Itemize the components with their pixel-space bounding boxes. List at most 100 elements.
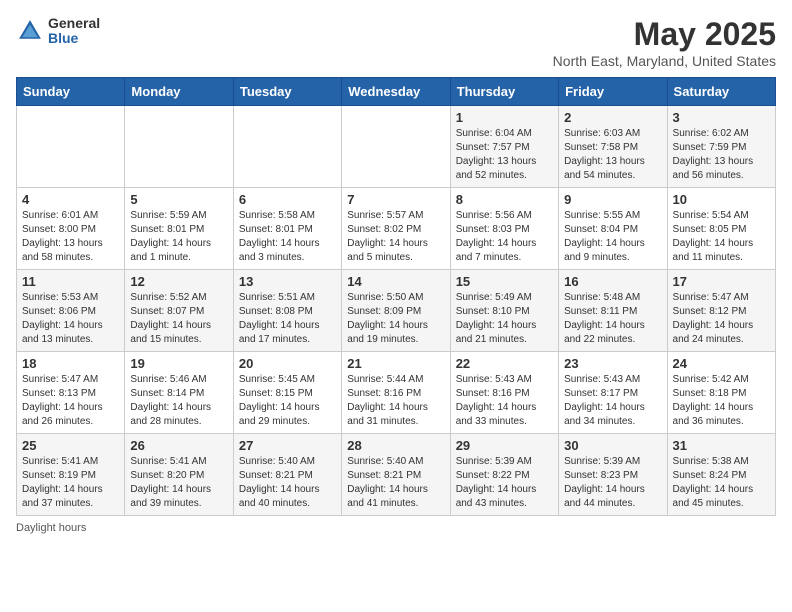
- day-number: 6: [239, 192, 336, 207]
- day-info: Sunrise: 6:03 AM Sunset: 7:58 PM Dayligh…: [564, 127, 661, 183]
- month-title: May 2025: [553, 16, 776, 53]
- calendar-cell: 23Sunrise: 5:43 AM Sunset: 8:17 PM Dayli…: [559, 352, 667, 434]
- calendar-cell: 3 Sunrise: 6:02 AM Sunset: 7:59 PM Daylig…: [667, 106, 775, 188]
- day-info: Sunrise: 5:56 AM Sunset: 8:03 PM Dayligh…: [456, 209, 553, 265]
- header-thursday: Thursday: [450, 78, 558, 106]
- day-info: Sunrise: 5:39 AM Sunset: 8:22 PM Dayligh…: [456, 455, 553, 511]
- day-number: 15: [456, 274, 553, 289]
- calendar-cell: 9 Sunrise: 5:55 AM Sunset: 8:04 PM Daylig…: [559, 188, 667, 270]
- day-info: Sunrise: 5:48 AM Sunset: 8:11 PM Dayligh…: [564, 291, 661, 347]
- calendar-cell: 4 Sunrise: 6:01 AM Sunset: 8:00 PM Daylig…: [17, 188, 125, 270]
- header-sunday: Sunday: [17, 78, 125, 106]
- calendar-cell: [17, 106, 125, 188]
- calendar-cell: 12Sunrise: 5:52 AM Sunset: 8:07 PM Dayli…: [125, 270, 233, 352]
- day-info: Sunrise: 5:40 AM Sunset: 8:21 PM Dayligh…: [239, 455, 336, 511]
- calendar-cell: 25Sunrise: 5:41 AM Sunset: 8:19 PM Dayli…: [17, 434, 125, 516]
- calendar-cell: 21 Sunrise: 5:44 AM Sunset: 8:16 PM Dayli…: [342, 352, 450, 434]
- day-info: Sunrise: 5:43 AM Sunset: 8:16 PM Dayligh…: [456, 373, 553, 429]
- day-number: 5: [130, 192, 227, 207]
- day-number: 3: [673, 110, 770, 125]
- header-tuesday: Tuesday: [233, 78, 341, 106]
- header-friday: Friday: [559, 78, 667, 106]
- day-info: Sunrise: 6:01 AM Sunset: 8:00 PM Dayligh…: [22, 209, 119, 265]
- calendar-cell: 11 Sunrise: 5:53 AM Sunset: 8:06 PM Dayli…: [17, 270, 125, 352]
- calendar-cell: 1 Sunrise: 6:04 AM Sunset: 7:57 PM Daylig…: [450, 106, 558, 188]
- calendar-cell: 27 Sunrise: 5:40 AM Sunset: 8:21 PM Dayli…: [233, 434, 341, 516]
- calendar-cell: 2Sunrise: 6:03 AM Sunset: 7:58 PM Daylig…: [559, 106, 667, 188]
- day-number: 11: [22, 274, 119, 289]
- calendar-cell: 13 Sunrise: 5:51 AM Sunset: 8:08 PM Dayli…: [233, 270, 341, 352]
- calendar-cell: 24 Sunrise: 5:42 AM Sunset: 8:18 PM Dayli…: [667, 352, 775, 434]
- day-info: Sunrise: 5:50 AM Sunset: 8:09 PM Dayligh…: [347, 291, 444, 347]
- calendar-cell: 17 Sunrise: 5:47 AM Sunset: 8:12 PM Dayli…: [667, 270, 775, 352]
- location-title: North East, Maryland, United States: [553, 53, 776, 69]
- calendar-table: SundayMondayTuesdayWednesdayThursdayFrid…: [16, 77, 776, 516]
- calendar-cell: 19 Sunrise: 5:46 AM Sunset: 8:14 PM Dayli…: [125, 352, 233, 434]
- day-number: 1: [456, 110, 553, 125]
- day-number: 17: [673, 274, 770, 289]
- day-number: 4: [22, 192, 119, 207]
- day-number: 14: [347, 274, 444, 289]
- day-number: 31: [673, 438, 770, 453]
- day-info: Sunrise: 5:47 AM Sunset: 8:12 PM Dayligh…: [673, 291, 770, 347]
- calendar-cell: 5 Sunrise: 5:59 AM Sunset: 8:01 PM Daylig…: [125, 188, 233, 270]
- day-info: Sunrise: 6:04 AM Sunset: 7:57 PM Dayligh…: [456, 127, 553, 183]
- day-number: 9: [564, 192, 661, 207]
- calendar-cell: 8Sunrise: 5:56 AM Sunset: 8:03 PM Daylig…: [450, 188, 558, 270]
- day-info: Sunrise: 5:53 AM Sunset: 8:06 PM Dayligh…: [22, 291, 119, 347]
- logo-icon: [16, 17, 44, 45]
- footer-note: Daylight hours: [16, 522, 776, 534]
- week-row-3: 11 Sunrise: 5:53 AM Sunset: 8:06 PM Dayli…: [17, 270, 776, 352]
- day-info: Sunrise: 6:02 AM Sunset: 7:59 PM Dayligh…: [673, 127, 770, 183]
- calendar-header-row: SundayMondayTuesdayWednesdayThursdayFrid…: [17, 78, 776, 106]
- day-info: Sunrise: 5:57 AM Sunset: 8:02 PM Dayligh…: [347, 209, 444, 265]
- day-number: 19: [130, 356, 227, 371]
- week-row-2: 4 Sunrise: 6:01 AM Sunset: 8:00 PM Daylig…: [17, 188, 776, 270]
- calendar-cell: 7Sunrise: 5:57 AM Sunset: 8:02 PM Daylig…: [342, 188, 450, 270]
- title-block: May 2025 North East, Maryland, United St…: [553, 16, 776, 69]
- day-info: Sunrise: 5:59 AM Sunset: 8:01 PM Dayligh…: [130, 209, 227, 265]
- day-info: Sunrise: 5:47 AM Sunset: 8:13 PM Dayligh…: [22, 373, 119, 429]
- week-row-1: 1 Sunrise: 6:04 AM Sunset: 7:57 PM Daylig…: [17, 106, 776, 188]
- day-info: Sunrise: 5:39 AM Sunset: 8:23 PM Dayligh…: [564, 455, 661, 511]
- page-header: General Blue May 2025 North East, Maryla…: [16, 16, 776, 69]
- calendar-cell: 29Sunrise: 5:39 AM Sunset: 8:22 PM Dayli…: [450, 434, 558, 516]
- calendar-cell: 14 Sunrise: 5:50 AM Sunset: 8:09 PM Dayli…: [342, 270, 450, 352]
- calendar-cell: [125, 106, 233, 188]
- day-info: Sunrise: 5:49 AM Sunset: 8:10 PM Dayligh…: [456, 291, 553, 347]
- calendar-cell: 6 Sunrise: 5:58 AM Sunset: 8:01 PM Daylig…: [233, 188, 341, 270]
- day-number: 22: [456, 356, 553, 371]
- day-number: 13: [239, 274, 336, 289]
- calendar-cell: [342, 106, 450, 188]
- day-info: Sunrise: 5:42 AM Sunset: 8:18 PM Dayligh…: [673, 373, 770, 429]
- day-info: Sunrise: 5:51 AM Sunset: 8:08 PM Dayligh…: [239, 291, 336, 347]
- header-saturday: Saturday: [667, 78, 775, 106]
- day-number: 12: [130, 274, 227, 289]
- day-number: 24: [673, 356, 770, 371]
- day-info: Sunrise: 5:45 AM Sunset: 8:15 PM Dayligh…: [239, 373, 336, 429]
- day-info: Sunrise: 5:55 AM Sunset: 8:04 PM Dayligh…: [564, 209, 661, 265]
- logo: General Blue: [16, 16, 100, 47]
- calendar-cell: 30 Sunrise: 5:39 AM Sunset: 8:23 PM Dayli…: [559, 434, 667, 516]
- day-number: 16: [564, 274, 661, 289]
- calendar-cell: 28Sunrise: 5:40 AM Sunset: 8:21 PM Dayli…: [342, 434, 450, 516]
- week-row-4: 18 Sunrise: 5:47 AM Sunset: 8:13 PM Dayli…: [17, 352, 776, 434]
- day-info: Sunrise: 5:46 AM Sunset: 8:14 PM Dayligh…: [130, 373, 227, 429]
- day-info: Sunrise: 5:58 AM Sunset: 8:01 PM Dayligh…: [239, 209, 336, 265]
- calendar-cell: 20Sunrise: 5:45 AM Sunset: 8:15 PM Dayli…: [233, 352, 341, 434]
- calendar-cell: 31Sunrise: 5:38 AM Sunset: 8:24 PM Dayli…: [667, 434, 775, 516]
- calendar-cell: [233, 106, 341, 188]
- day-info: Sunrise: 5:40 AM Sunset: 8:21 PM Dayligh…: [347, 455, 444, 511]
- calendar-cell: 22 Sunrise: 5:43 AM Sunset: 8:16 PM Dayli…: [450, 352, 558, 434]
- day-number: 21: [347, 356, 444, 371]
- day-info: Sunrise: 5:44 AM Sunset: 8:16 PM Dayligh…: [347, 373, 444, 429]
- day-number: 18: [22, 356, 119, 371]
- day-info: Sunrise: 5:41 AM Sunset: 8:19 PM Dayligh…: [22, 455, 119, 511]
- logo-general-text: General: [48, 16, 100, 31]
- day-number: 10: [673, 192, 770, 207]
- day-number: 26: [130, 438, 227, 453]
- day-info: Sunrise: 5:54 AM Sunset: 8:05 PM Dayligh…: [673, 209, 770, 265]
- day-number: 27: [239, 438, 336, 453]
- day-number: 30: [564, 438, 661, 453]
- calendar-cell: 26Sunrise: 5:41 AM Sunset: 8:20 PM Dayli…: [125, 434, 233, 516]
